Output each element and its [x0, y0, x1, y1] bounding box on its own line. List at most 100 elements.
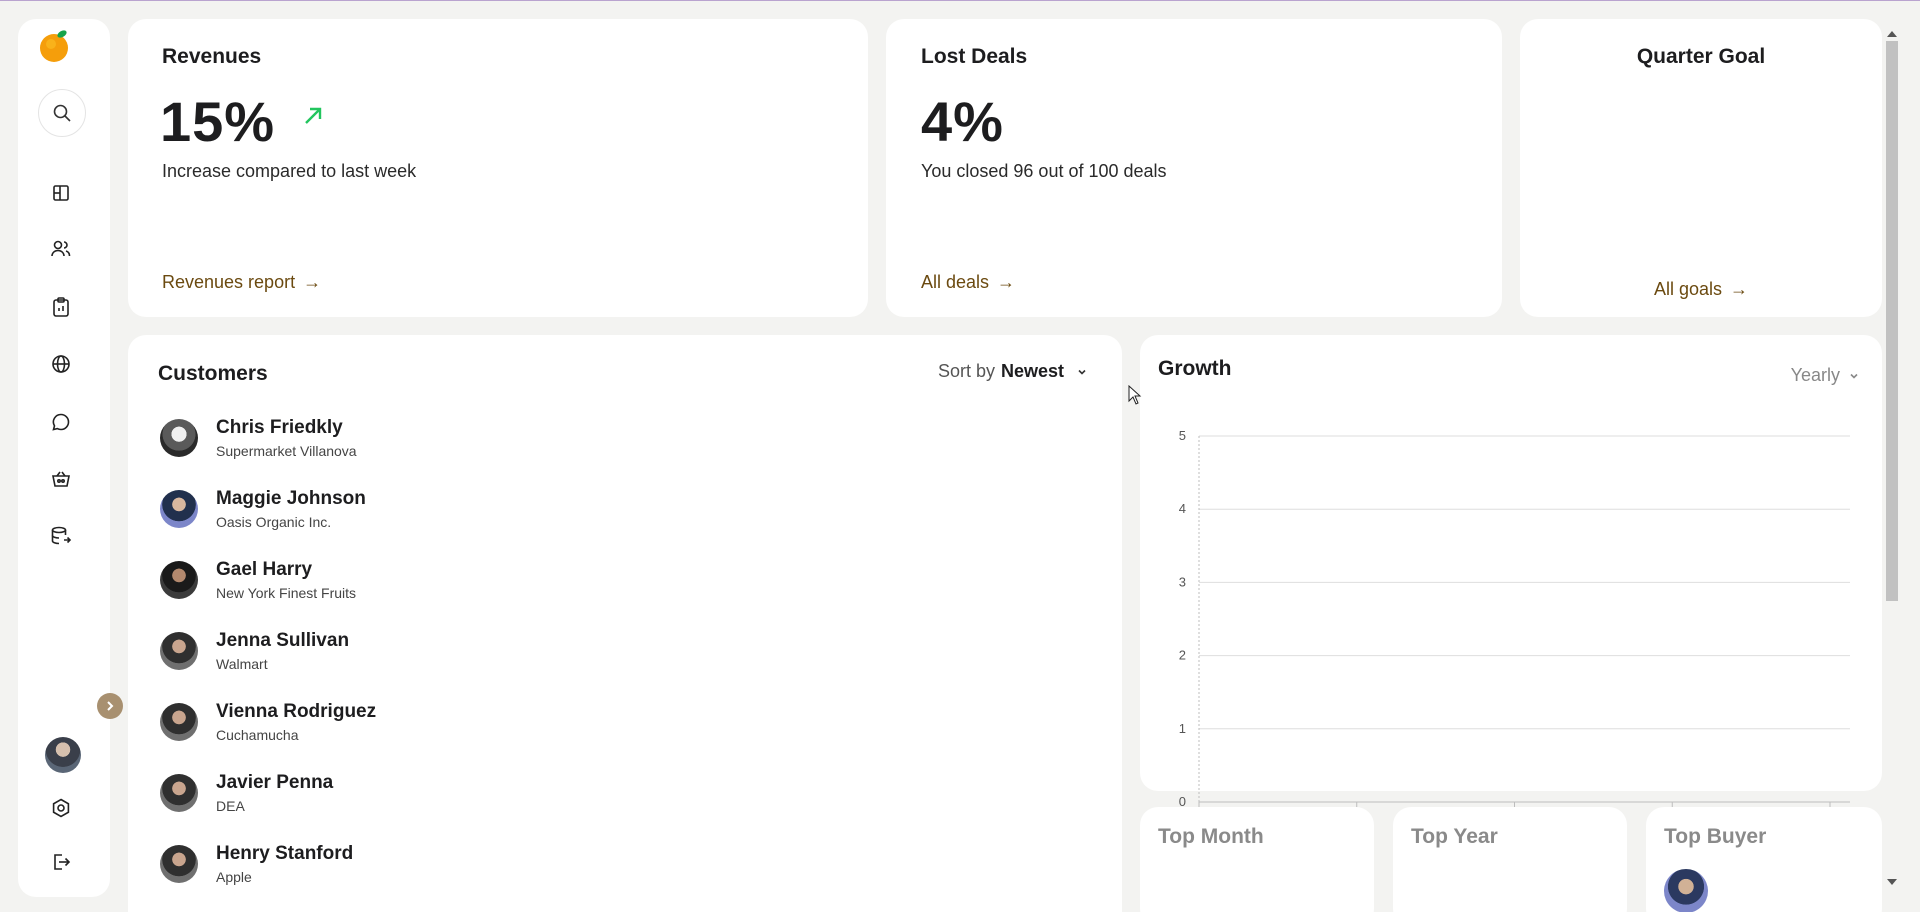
basket-icon	[52, 471, 70, 487]
customer-row[interactable]: Henry Stanford Apple	[160, 839, 1092, 910]
top-year-card: Top Year	[1393, 807, 1627, 912]
customer-row[interactable]: Maggie Johnson Oasis Organic Inc.	[160, 484, 1092, 555]
quarter-goal-title: Quarter Goal	[1636, 45, 1766, 68]
customer-avatar	[160, 703, 198, 741]
logout-icon	[54, 854, 71, 870]
sort-dropdown[interactable]: Sort by Newest	[938, 361, 1088, 382]
y-tick-label: 1	[1179, 721, 1186, 736]
lost-deals-card: Lost Deals 4% You closed 96 out of 100 d…	[886, 19, 1502, 317]
sidebar	[18, 19, 110, 897]
nav-reports[interactable]	[47, 293, 75, 321]
customer-name: Javier Penna	[216, 772, 334, 793]
customer-company: Cuchamucha	[216, 727, 299, 743]
top-month-title: Top Month	[1158, 825, 1264, 848]
clipboard-icon	[53, 297, 69, 317]
sidebar-collapse-button[interactable]	[97, 693, 123, 719]
customer-company: DEA	[216, 798, 245, 814]
search-button[interactable]	[38, 89, 86, 137]
customer-company: Supermarket Villanova	[216, 443, 357, 459]
chevron-down-icon	[1078, 369, 1086, 375]
revenues-value-text: 15%	[160, 90, 276, 153]
scroll-up-arrow-icon[interactable]	[1887, 31, 1897, 37]
customer-name: Maggie Johnson	[216, 488, 366, 509]
nav-database[interactable]	[47, 522, 75, 550]
chevron-right-icon	[107, 701, 114, 711]
customer-row[interactable]: Vienna Rodriguez Cuchamucha	[160, 697, 1092, 768]
arrow-right-icon: →	[303, 272, 322, 292]
quarter-goal-card: Quarter Goal All goals →	[1520, 19, 1882, 317]
top-month-card: Top Month	[1140, 807, 1374, 912]
customer-company: Walmart	[216, 656, 268, 672]
all-deals-label: All deals	[921, 272, 990, 292]
chat-icon	[52, 413, 70, 431]
dashboard-icon	[53, 185, 69, 201]
arrow-right-icon: →	[1730, 279, 1749, 299]
customers-card: Customers Sort by Newest Chris Friedkly …	[128, 335, 1122, 912]
top-buyer-title: Top Buyer	[1664, 825, 1767, 848]
all-goals-link[interactable]: All goals →	[1520, 279, 1882, 300]
customer-company: Oasis Organic Inc.	[216, 514, 332, 530]
all-deals-link[interactable]: All deals →	[921, 272, 1015, 293]
scroll-thumb[interactable]	[1886, 41, 1898, 601]
top-buyer-avatar[interactable]	[1664, 869, 1708, 912]
settings-icon	[52, 798, 70, 818]
lost-deals-value: 4%	[921, 90, 1004, 153]
scroll-down-arrow-icon[interactable]	[1887, 879, 1897, 885]
customer-avatar	[160, 419, 198, 457]
revenues-card: Revenues 15% Increase compared to last w…	[128, 19, 868, 317]
y-tick-label: 5	[1179, 428, 1186, 443]
customer-row[interactable]: Jenna Sullivan Walmart	[160, 626, 1092, 697]
customer-name: Vienna Rodriguez	[216, 701, 377, 722]
customer-name: Chris Friedkly	[216, 417, 343, 438]
y-tick-label: 2	[1179, 648, 1186, 663]
nav-settings[interactable]	[47, 794, 75, 822]
customer-avatar	[160, 490, 198, 528]
users-icon	[51, 240, 71, 257]
period-dropdown[interactable]: Yearly	[1791, 365, 1860, 386]
nav-users[interactable]	[47, 235, 75, 263]
customer-list: Chris Friedkly Supermarket Villanova Mag…	[160, 413, 1092, 910]
arrow-right-icon: →	[997, 272, 1016, 292]
y-tick-label: 3	[1179, 574, 1186, 589]
customer-name: Henry Stanford	[216, 843, 354, 864]
sort-prefix: Sort by	[937, 361, 995, 381]
mouse-cursor-icon	[1128, 385, 1142, 405]
revenues-value: 15%	[160, 89, 324, 154]
database-icon	[51, 526, 72, 545]
y-tick-label: 4	[1179, 501, 1186, 516]
growth-title: Growth	[1158, 357, 1232, 380]
customers-title: Customers	[158, 362, 268, 385]
nav-logout[interactable]	[47, 848, 75, 876]
customer-avatar	[160, 774, 198, 812]
orange-logo-icon[interactable]	[38, 29, 72, 63]
top-buyer-card: Top Buyer	[1646, 807, 1882, 912]
nav-global[interactable]	[47, 350, 75, 378]
customer-row[interactable]: Gael Harry New York Finest Fruits	[160, 555, 1092, 626]
sort-value: Newest	[1000, 361, 1064, 381]
customer-company: Apple	[216, 869, 252, 885]
revenues-report-link[interactable]: Revenues report →	[162, 272, 321, 293]
customer-avatar	[160, 561, 198, 599]
nav-dashboard[interactable]	[47, 179, 75, 207]
user-avatar[interactable]	[45, 737, 81, 773]
customer-name: Gael Harry	[216, 559, 313, 580]
customer-row[interactable]: Chris Friedkly Supermarket Villanova	[160, 413, 1092, 484]
nav-orders[interactable]	[47, 465, 75, 493]
customer-company: New York Finest Fruits	[216, 585, 357, 601]
lost-deals-description: You closed 96 out of 100 deals	[921, 161, 1167, 181]
customer-avatar	[160, 632, 198, 670]
top-year-title: Top Year	[1411, 825, 1498, 848]
revenues-title: Revenues	[162, 45, 262, 68]
globe-icon	[52, 355, 70, 373]
customer-name: Jenna Sullivan	[216, 630, 350, 651]
lost-deals-title: Lost Deals	[921, 45, 1028, 68]
chevron-down-icon	[1850, 373, 1858, 379]
nav-messages[interactable]	[47, 408, 75, 436]
search-icon	[53, 104, 71, 122]
growth-chart: 012345	[1179, 428, 1850, 809]
arrow-up-right-icon	[304, 107, 321, 124]
all-goals-label: All goals	[1653, 279, 1723, 299]
page-scrollbar[interactable]	[1884, 31, 1900, 901]
revenues-report-label: Revenues report	[162, 272, 296, 292]
customer-row[interactable]: Javier Penna DEA	[160, 768, 1092, 839]
